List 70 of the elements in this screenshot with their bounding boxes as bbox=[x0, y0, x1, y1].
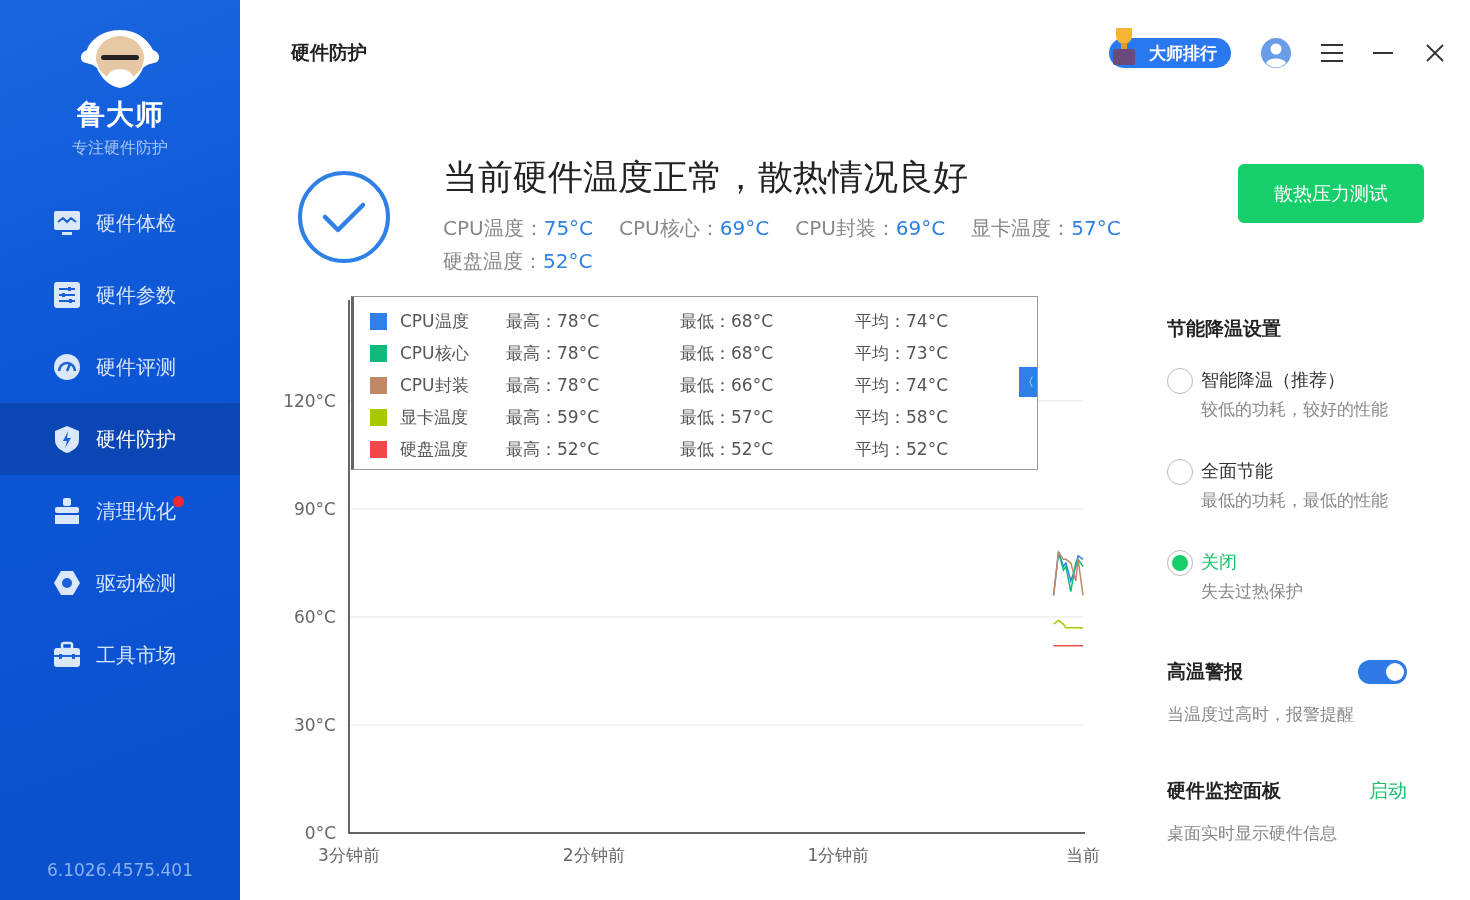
nav-item[interactable]: 硬件体检 bbox=[0, 187, 240, 259]
max-temperature: 最高：78°C bbox=[506, 373, 600, 397]
status-headline: 当前硬件温度正常，散热情况良好 bbox=[443, 156, 969, 199]
min-temperature: 最低：68°C bbox=[680, 309, 774, 333]
nav-item[interactable]: 驱动检测 bbox=[0, 547, 240, 619]
average-temperature: 平均：52°C bbox=[855, 437, 949, 461]
mode-description: 最低的功耗，最低的性能 bbox=[1201, 489, 1388, 512]
nut-icon bbox=[53, 569, 81, 597]
nav-item[interactable]: 清理优化 bbox=[0, 475, 240, 547]
max-temperature: 最高：52°C bbox=[506, 437, 600, 461]
max-temperature: 最高：59°C bbox=[506, 405, 600, 429]
min-temperature: 最低：66°C bbox=[680, 373, 774, 397]
axis-label: 2分钟前 bbox=[562, 845, 625, 865]
mode-label: 关闭 bbox=[1201, 550, 1238, 574]
mode-label: 全面节能 bbox=[1201, 459, 1274, 483]
section-title: 硬件监控面板 bbox=[1167, 778, 1281, 803]
page-title: 硬件防护 bbox=[291, 40, 368, 65]
axis-label: 1分钟前 bbox=[807, 845, 870, 865]
min-temperature: 最低：57°C bbox=[680, 405, 774, 429]
mode-label: 智能降温（推荐） bbox=[1201, 368, 1346, 392]
section-title: 高温警报 bbox=[1167, 659, 1243, 684]
average-temperature: 平均：74°C bbox=[855, 373, 949, 397]
max-temperature: 最高：78°C bbox=[506, 309, 600, 333]
menu-button[interactable] bbox=[1321, 44, 1343, 62]
axis-label: 0°C bbox=[304, 823, 336, 843]
temperature-reading: CPU温度：75°C bbox=[443, 215, 594, 242]
min-temperature: 最低：52°C bbox=[680, 437, 774, 461]
section-title: 节能降温设置 bbox=[1167, 316, 1282, 341]
legend-label: CPU封装 bbox=[400, 373, 470, 397]
average-temperature: 平均：74°C bbox=[855, 309, 949, 333]
legend-label: 硬盘温度 bbox=[400, 437, 469, 461]
sliders-icon bbox=[53, 281, 81, 309]
min-temperature: 最低：68°C bbox=[680, 341, 774, 365]
alert-description: 当温度过高时，报警提醒 bbox=[1167, 703, 1355, 726]
temperature-reading: CPU核心：69°C bbox=[619, 215, 770, 242]
nav-item[interactable]: 硬件参数 bbox=[0, 259, 240, 331]
average-temperature: 平均：58°C bbox=[855, 405, 949, 429]
axis-label: 60°C bbox=[294, 606, 336, 627]
collapse-button[interactable]: 〈 bbox=[1019, 367, 1037, 397]
close-button[interactable] bbox=[1426, 44, 1444, 62]
shield-icon bbox=[53, 425, 81, 453]
monitor-icon bbox=[53, 209, 81, 237]
axis-label: 30°C bbox=[294, 714, 336, 735]
brush-icon bbox=[53, 497, 81, 525]
axis-label: 120°C bbox=[283, 390, 336, 411]
version-text: 6.1026.4575.401 bbox=[47, 860, 193, 880]
legend-label: CPU温度 bbox=[400, 309, 470, 333]
mode-description: 失去过热保护 bbox=[1201, 580, 1303, 603]
max-temperature: 最高：78°C bbox=[506, 341, 600, 365]
temperature-reading: CPU封装：69°C bbox=[795, 215, 946, 242]
mode-description: 较低的功耗，较好的性能 bbox=[1201, 398, 1388, 421]
brand-name: 鲁大师 bbox=[76, 97, 164, 133]
nav-item[interactable]: 硬件评测 bbox=[0, 331, 240, 403]
toolbox-icon bbox=[53, 641, 81, 669]
nav-item[interactable]: 硬件防护 bbox=[0, 403, 240, 475]
temperature-reading: 硬盘温度：52°C bbox=[443, 248, 593, 275]
legend-label: CPU核心 bbox=[400, 341, 470, 365]
alert-toggle[interactable] bbox=[1358, 660, 1407, 684]
brand-tagline: 专注硬件防护 bbox=[72, 138, 168, 159]
axis-label: 当前 bbox=[1066, 845, 1100, 865]
check-circle-icon bbox=[297, 170, 391, 264]
monitor-description: 桌面实时显示硬件信息 bbox=[1167, 822, 1338, 845]
nav-item[interactable]: 工具市场 bbox=[0, 619, 240, 691]
average-temperature: 平均：73°C bbox=[855, 341, 949, 365]
axis-label: 90°C bbox=[294, 498, 336, 519]
gauge-icon bbox=[53, 353, 81, 381]
legend-label: 显卡温度 bbox=[400, 405, 469, 429]
avatar-button[interactable] bbox=[1261, 38, 1291, 68]
axis-label: 3分钟前 bbox=[318, 845, 380, 865]
temperature-reading: 显卡温度：57°C bbox=[971, 215, 1121, 242]
